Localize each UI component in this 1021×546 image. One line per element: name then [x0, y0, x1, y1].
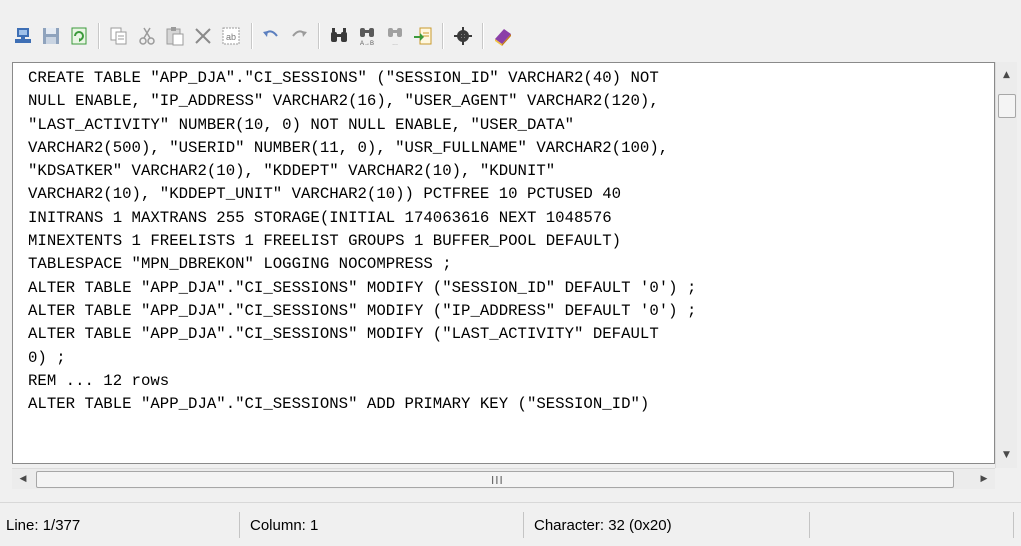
- code-line: CREATE TABLE "APP_DJA"."CI_SESSIONS" ("S…: [28, 69, 659, 87]
- undo-button[interactable]: [258, 23, 284, 49]
- save-button[interactable]: [38, 23, 64, 49]
- new-connection-icon: [15, 28, 31, 43]
- scroll-grip: III: [491, 474, 504, 487]
- copy-button[interactable]: [106, 23, 132, 49]
- find-replace-icon: A→B: [360, 28, 374, 47]
- horizontal-scrollbar[interactable]: ◀ III ▶: [12, 468, 995, 489]
- status-character: Character: 32 (0x20): [528, 512, 810, 538]
- scroll-down-arrow-icon[interactable]: ▼: [996, 446, 1017, 464]
- redo-icon: [292, 30, 307, 37]
- code-line: INITRANS 1 MAXTRANS 255 STORAGE(INITIAL …: [28, 208, 612, 227]
- sql-code: CREATE TABLE "APP_DJA"."CI_SESSIONS" ("S…: [28, 67, 696, 416]
- svg-text:ab: ab: [226, 32, 236, 42]
- code-line: ALTER TABLE "APP_DJA"."CI_SESSIONS" MODI…: [28, 278, 697, 297]
- toolbar-separator: [442, 23, 444, 49]
- code-line: TABLESPACE "MPN_DBREKON" LOGGING NOCOMPR…: [28, 255, 452, 274]
- toolbar: ab A→B ...: [0, 0, 1021, 60]
- code-line: VARCHAR2(500), "USERID" NUMBER(11, 0), "…: [28, 138, 669, 157]
- code-line: 0) ;: [28, 348, 66, 367]
- toolbar-separator: [98, 23, 100, 49]
- status-line: Line: 1/377: [0, 512, 240, 538]
- find-replace-button[interactable]: A→B: [354, 23, 380, 49]
- toolbar-separator: [482, 23, 484, 49]
- svg-text:...: ...: [392, 40, 398, 47]
- find-next-button[interactable]: ...: [382, 23, 408, 49]
- export-button[interactable]: [410, 23, 436, 49]
- code-line: "LAST_ACTIVITY" NUMBER(10, 0) NOT NULL E…: [28, 115, 575, 134]
- sql-editor[interactable]: CREATE TABLE "APP_DJA"."CI_SESSIONS" ("S…: [12, 62, 995, 464]
- code-line: ALTER TABLE "APP_DJA"."CI_SESSIONS" MODI…: [28, 325, 659, 344]
- new-connection-button[interactable]: [10, 23, 36, 49]
- export-icon: [414, 27, 432, 45]
- help-book-icon: [495, 29, 511, 46]
- scroll-left-arrow-icon[interactable]: ◀: [14, 469, 32, 489]
- vertical-scrollbar[interactable]: ▲ ▼: [995, 62, 1017, 468]
- horizontal-scroll-thumb[interactable]: III: [36, 471, 954, 488]
- help-button[interactable]: [490, 23, 516, 49]
- undo-icon: [263, 30, 278, 37]
- find-next-icon: ...: [388, 28, 402, 47]
- delete-button[interactable]: [190, 23, 216, 49]
- settings-icon: [454, 27, 472, 45]
- status-extra: [814, 512, 1014, 538]
- status-bar: Line: 1/377 Column: 1 Character: 32 (0x2…: [0, 502, 1021, 546]
- code-line: ALTER TABLE "APP_DJA"."CI_SESSIONS" MODI…: [28, 301, 697, 320]
- find-icon: [331, 28, 347, 42]
- find-button[interactable]: [326, 23, 352, 49]
- scroll-up-arrow-icon[interactable]: ▲: [996, 66, 1017, 84]
- code-line: VARCHAR2(10), "KDDEPT_UNIT" VARCHAR2(10)…: [28, 185, 622, 204]
- copy-icon: [110, 27, 127, 45]
- toolbar-separator: [251, 23, 253, 49]
- paste-button[interactable]: [162, 23, 188, 49]
- code-line: MINEXTENTS 1 FREELISTS 1 FREELIST GROUPS…: [28, 232, 622, 251]
- code-line: REM ... 12 rows: [28, 371, 170, 390]
- code-line: "KDSATKER" VARCHAR2(10), "KDDEPT" VARCHA…: [28, 162, 556, 181]
- svg-text:A→B: A→B: [360, 41, 374, 47]
- save-icon: [43, 28, 59, 44]
- refresh-button[interactable]: [66, 23, 92, 49]
- cut-button[interactable]: [134, 23, 160, 49]
- toolbar-separator: [318, 23, 320, 49]
- select-all-icon: ab: [222, 27, 240, 45]
- code-line: ALTER TABLE "APP_DJA"."CI_SESSIONS" ADD …: [28, 395, 650, 414]
- scrollbar-corner: [995, 468, 1016, 489]
- settings-button[interactable]: [450, 23, 476, 49]
- select-all-button[interactable]: ab: [218, 23, 244, 49]
- code-line: NULL ENABLE, "IP_ADDRESS" VARCHAR2(16), …: [28, 92, 659, 111]
- delete-icon: [195, 28, 211, 44]
- status-column: Column: 1: [244, 512, 524, 538]
- paste-icon: [166, 27, 184, 46]
- vertical-scroll-thumb[interactable]: [998, 94, 1016, 118]
- redo-button[interactable]: [286, 23, 312, 49]
- scroll-right-arrow-icon[interactable]: ▶: [975, 469, 993, 489]
- refresh-icon: [71, 27, 87, 45]
- cut-icon: [139, 27, 155, 45]
